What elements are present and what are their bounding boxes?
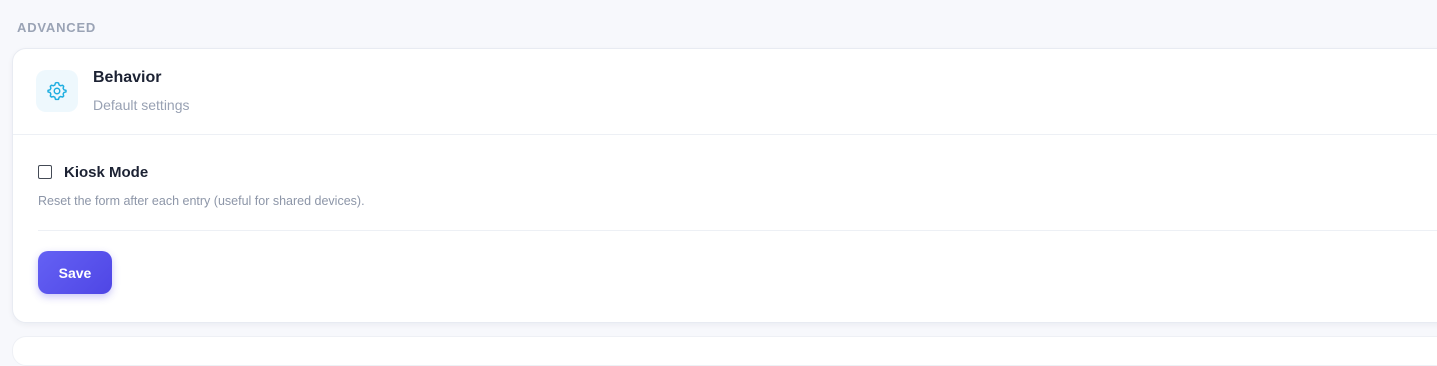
behavior-card: Behavior Default settings Kiosk Mode Res… bbox=[12, 48, 1437, 323]
card-header: Behavior Default settings bbox=[13, 49, 1437, 135]
kiosk-mode-checkbox[interactable] bbox=[38, 164, 52, 179]
save-button[interactable]: Save bbox=[38, 251, 112, 294]
section-label: ADVANCED bbox=[17, 20, 97, 35]
kiosk-mode-help: Reset the form after each entry (useful … bbox=[38, 194, 365, 208]
kiosk-mode-label[interactable]: Kiosk Mode bbox=[64, 164, 148, 181]
gear-icon bbox=[36, 70, 78, 112]
divider bbox=[38, 230, 1437, 231]
card-title: Behavior bbox=[93, 69, 162, 86]
card-subtitle: Default settings bbox=[93, 97, 190, 113]
next-card bbox=[12, 336, 1437, 366]
kiosk-mode-row: Kiosk Mode bbox=[38, 162, 148, 181]
